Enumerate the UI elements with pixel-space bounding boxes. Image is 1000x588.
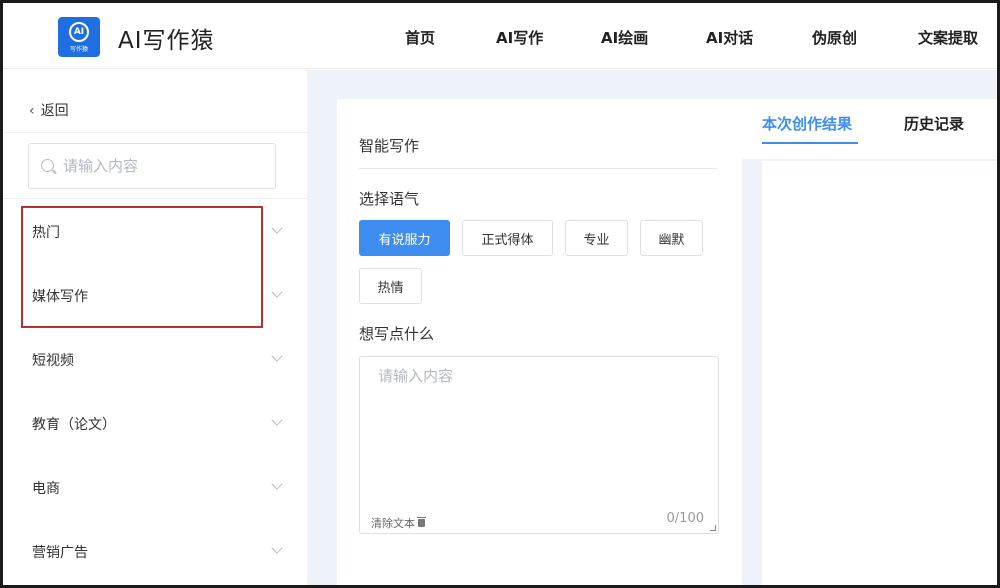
search-icon — [41, 159, 54, 172]
chevron-down-icon — [271, 414, 283, 426]
category-ecommerce[interactable]: 电商 — [3, 456, 307, 520]
section-title: 智能写作 — [359, 137, 420, 155]
search-box — [28, 143, 276, 189]
nav-item-copy-extract[interactable]: 文案提取 — [918, 27, 978, 48]
input-label: 想写点什么 — [359, 325, 435, 343]
chevron-left-icon: ‹ — [29, 103, 35, 119]
tone-label: 选择语气 — [359, 190, 420, 208]
category-label: 营销广告 — [32, 545, 88, 561]
char-counter: 0/100 — [666, 511, 704, 526]
search-input[interactable] — [63, 154, 263, 178]
tone-button-persuasive[interactable]: 有说服力 — [359, 220, 450, 256]
category-label: 电商 — [32, 481, 60, 497]
clear-text-button[interactable]: 清除文本 — [371, 515, 426, 531]
top-nav: 首页 AI写作 AI绘画 AI对话 伪原创 文案提取 — [3, 27, 997, 47]
nav-item-pseudo-original[interactable]: 伪原创 — [812, 27, 857, 48]
app-window: AI 写作猿 AI写作猿 首页 AI写作 AI绘画 AI对话 伪原创 文案提取 … — [0, 0, 1000, 588]
divider — [3, 132, 307, 133]
chevron-down-icon — [271, 542, 283, 554]
chevron-down-icon — [271, 222, 283, 234]
editor-panel: 智能写作 选择语气 有说服力 正式得体 专业 幽默 热情 想写点什么 清除文本 … — [337, 99, 742, 585]
trash-icon — [417, 517, 426, 527]
category-label: 教育（论文） — [32, 417, 116, 433]
content-textarea[interactable] — [378, 365, 698, 505]
tone-button-formal[interactable]: 正式得体 — [462, 220, 553, 256]
top-header: AI 写作猿 AI写作猿 首页 AI写作 AI绘画 AI对话 伪原创 文案提取 — [3, 3, 997, 69]
chevron-down-icon — [271, 478, 283, 490]
category-marketing[interactable]: 营销广告 — [3, 520, 307, 584]
nav-item-ai-writing[interactable]: AI写作 — [496, 27, 543, 48]
sidebar: ‹返回 热门 媒体写作 短视频 教育（论文） 电商 营销广告 — [3, 70, 307, 585]
chevron-down-icon — [271, 286, 283, 298]
tone-button-professional[interactable]: 专业 — [565, 220, 628, 256]
nav-item-ai-drawing[interactable]: AI绘画 — [601, 27, 648, 48]
category-label: 短视频 — [32, 353, 74, 369]
category-short-video[interactable]: 短视频 — [3, 328, 307, 392]
tab-current-result[interactable]: 本次创作结果 — [762, 113, 852, 134]
result-tabs: 本次创作结果 历史记录 — [742, 99, 997, 159]
chevron-down-icon — [271, 350, 283, 362]
active-tab-indicator — [762, 142, 858, 144]
tone-button-enthusiastic[interactable]: 热情 — [359, 268, 422, 304]
resize-handle-icon[interactable] — [710, 525, 716, 531]
highlight-annotation-box — [21, 206, 263, 328]
category-education[interactable]: 教育（论文） — [3, 392, 307, 456]
tone-button-humorous[interactable]: 幽默 — [640, 220, 703, 256]
back-label: 返回 — [40, 103, 69, 119]
nav-item-ai-chat[interactable]: AI对话 — [706, 27, 753, 48]
result-content-area — [762, 161, 997, 585]
divider — [359, 168, 717, 169]
nav-item-home[interactable]: 首页 — [405, 27, 435, 48]
clear-text-label: 清除文本 — [371, 517, 415, 530]
divider — [3, 198, 307, 199]
back-button[interactable]: ‹ 返回 — [29, 100, 69, 120]
tab-history[interactable]: 历史记录 — [904, 113, 964, 134]
content-textarea-box: 清除文本 0/100 — [359, 356, 719, 534]
